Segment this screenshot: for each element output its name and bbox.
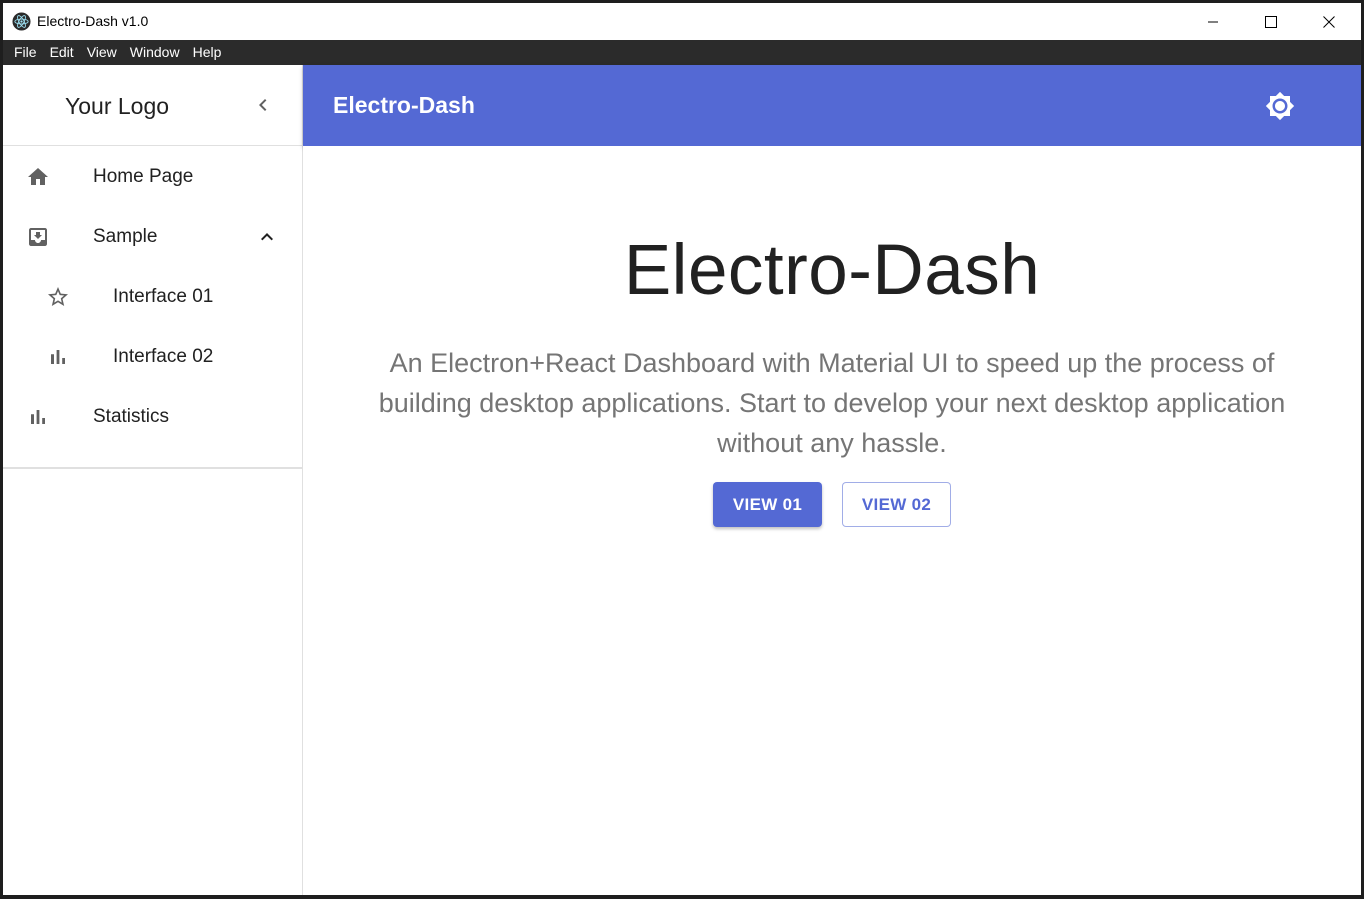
bar-chart-icon <box>31 410 45 424</box>
sidebar-header: Your Logo <box>3 65 302 146</box>
chevron-left-icon <box>259 99 267 111</box>
window-title: Electro-Dash v1.0 <box>37 13 149 29</box>
sidebar-item-statistics[interactable]: Statistics <box>3 387 302 447</box>
hero-description: An Electron+React Dashboard with Materia… <box>378 348 1286 458</box>
sidebar-item-interface-01[interactable]: Interface 01 <box>3 267 302 327</box>
menu-file[interactable]: File <box>10 40 44 65</box>
hero-title: Electro-Dash <box>623 231 1041 310</box>
inbox-arrow-icon <box>29 228 47 246</box>
sidebar-nav: Home Page Sample Interface 01 Interface … <box>3 147 302 447</box>
sidebar-item-label: Home Page <box>93 166 194 187</box>
view-02-button[interactable]: VIEW 02 <box>842 482 951 527</box>
menu-window[interactable]: Window <box>126 40 187 65</box>
sidebar-item-label: Interface 01 <box>113 286 214 307</box>
sidebar-divider <box>3 467 302 469</box>
collapse-sidebar-button[interactable] <box>246 88 280 122</box>
maximize-icon <box>1265 15 1277 28</box>
brightness-icon <box>1265 91 1295 121</box>
sidebar-item-home-page[interactable]: Home Page <box>3 147 302 207</box>
close-icon <box>1323 15 1335 28</box>
window-frame: Electro-Dash v1.0 File Edit View Window … <box>3 3 1361 895</box>
app-bar: Electro-Dash <box>303 65 1361 146</box>
chevron-up-icon[interactable] <box>255 225 279 249</box>
logo-text: Your Logo <box>65 93 170 119</box>
main-content: Electro-Dash An Electron+React Dashboard… <box>303 146 1361 895</box>
app-bar-title: Electro-Dash <box>333 92 475 118</box>
app-window: Electro-Dash v1.0 File Edit View Window … <box>0 0 1364 899</box>
minimize-icon <box>1208 21 1218 22</box>
title-bar[interactable]: Electro-Dash v1.0 <box>3 3 1361 40</box>
sidebar: Your Logo Home Page Sample Interface 01 … <box>3 65 303 895</box>
sidebar-item-label: Interface 02 <box>113 346 214 367</box>
sidebar-item-label: Statistics <box>93 406 170 427</box>
menu-view[interactable]: View <box>83 40 124 65</box>
menu-help[interactable]: Help <box>189 40 229 65</box>
electron-app-icon <box>12 12 31 31</box>
theme-toggle-button[interactable] <box>1261 87 1299 125</box>
bar-chart-icon <box>51 350 65 364</box>
star-outline-icon <box>48 287 68 306</box>
sidebar-item-label: Sample <box>93 226 158 247</box>
close-button[interactable] <box>1300 3 1358 40</box>
sidebar-item-interface-02[interactable]: Interface 02 <box>3 327 302 387</box>
maximize-button[interactable] <box>1242 3 1300 40</box>
sidebar-item-sample[interactable]: Sample <box>3 207 302 267</box>
home-icon <box>28 168 48 185</box>
menu-edit[interactable]: Edit <box>46 40 81 65</box>
minimize-button[interactable] <box>1184 3 1242 40</box>
view-01-button[interactable]: VIEW 01 <box>713 482 822 527</box>
menu-bar: File Edit View Window Help <box>3 40 1361 65</box>
